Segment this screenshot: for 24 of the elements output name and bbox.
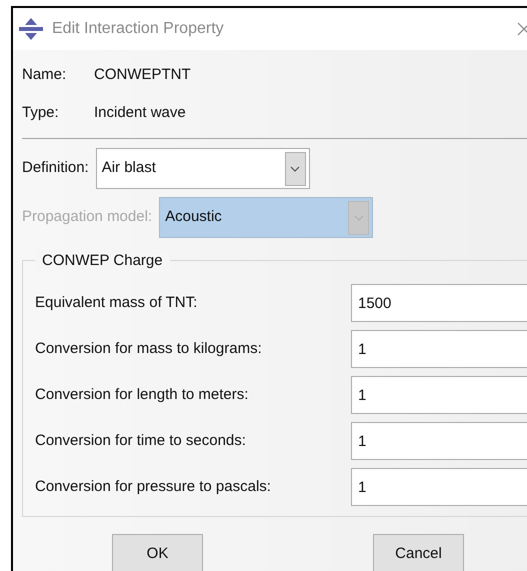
chevron-down-icon: [290, 164, 300, 172]
input-field[interactable]: 1: [351, 330, 527, 368]
input-field[interactable]: 1: [351, 468, 527, 506]
input-field[interactable]: 1: [351, 422, 527, 460]
input-field[interactable]: 1500: [351, 284, 527, 322]
field-label: Equivalent mass of TNT:: [35, 292, 198, 313]
select-label: Definition:: [22, 158, 89, 178]
input-field[interactable]: 1: [351, 376, 527, 414]
info-value: CONWEPTNT: [94, 65, 191, 85]
field-label: Conversion for time to seconds:: [35, 430, 247, 451]
field-label: Conversion for pressure to pascals:: [35, 476, 272, 497]
field-label: Conversion for mass to kilograms:: [35, 338, 263, 359]
chevron-down-icon: [354, 214, 364, 222]
field-label: Conversion for length to meters:: [35, 384, 250, 405]
info-value: Incident wave: [94, 102, 186, 122]
dialog-button[interactable]: OK: [112, 534, 203, 571]
window-title: Edit Interaction Property: [52, 19, 224, 39]
select-label: Propagation model:: [22, 207, 152, 228]
info-label: Name:: [22, 65, 68, 85]
app-icon: [18, 17, 44, 41]
dialog-button[interactable]: Cancel: [373, 534, 464, 571]
dropdown[interactable]: Air blast: [96, 148, 310, 189]
info-label: Type:: [22, 102, 60, 122]
close-icon[interactable]: [517, 22, 527, 36]
